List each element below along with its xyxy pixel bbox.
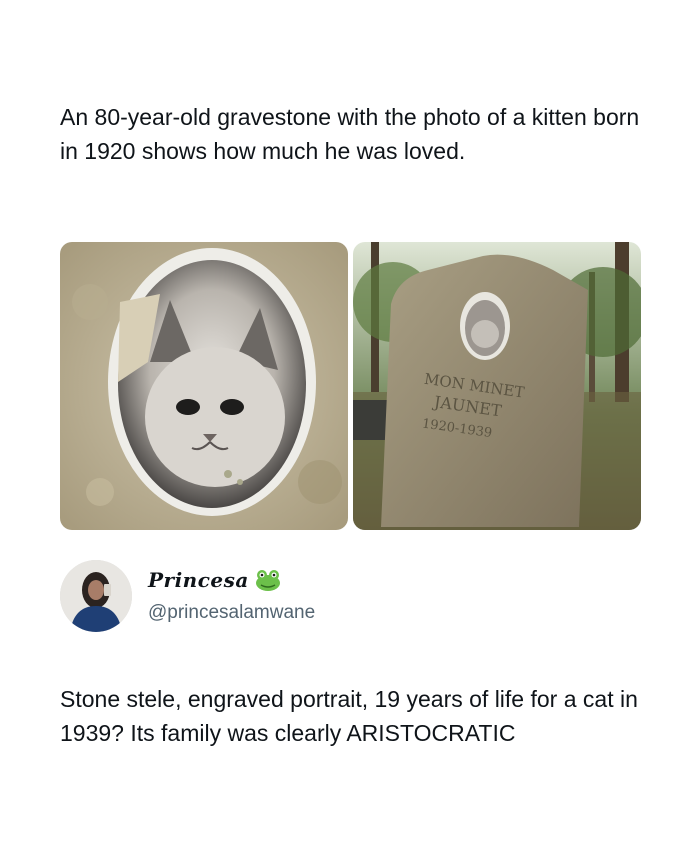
display-name[interactable]: Princesa [148,568,249,592]
photo-kitten-portrait[interactable] [60,242,348,530]
user-handle[interactable]: @princesalamwane [148,602,315,624]
media-grid: MON MINET JAUNET 1920-1939 [60,242,641,530]
name-row: Princesa [148,568,281,592]
gravestone-image: MON MINET JAUNET 1920-1939 [353,242,641,530]
post-text: An 80-year-old gravestone with the photo… [60,104,640,164]
kitten-portrait-image [60,242,348,530]
author-block[interactable]: Princesa @princesalamwane [60,560,640,634]
avatar-image [60,560,132,632]
frog-icon [255,569,281,591]
avatar[interactable] [60,560,132,632]
photo-gravestone[interactable]: MON MINET JAUNET 1920-1939 [353,242,641,530]
reply-text: Stone stele, engraved portrait, 19 years… [60,686,638,746]
